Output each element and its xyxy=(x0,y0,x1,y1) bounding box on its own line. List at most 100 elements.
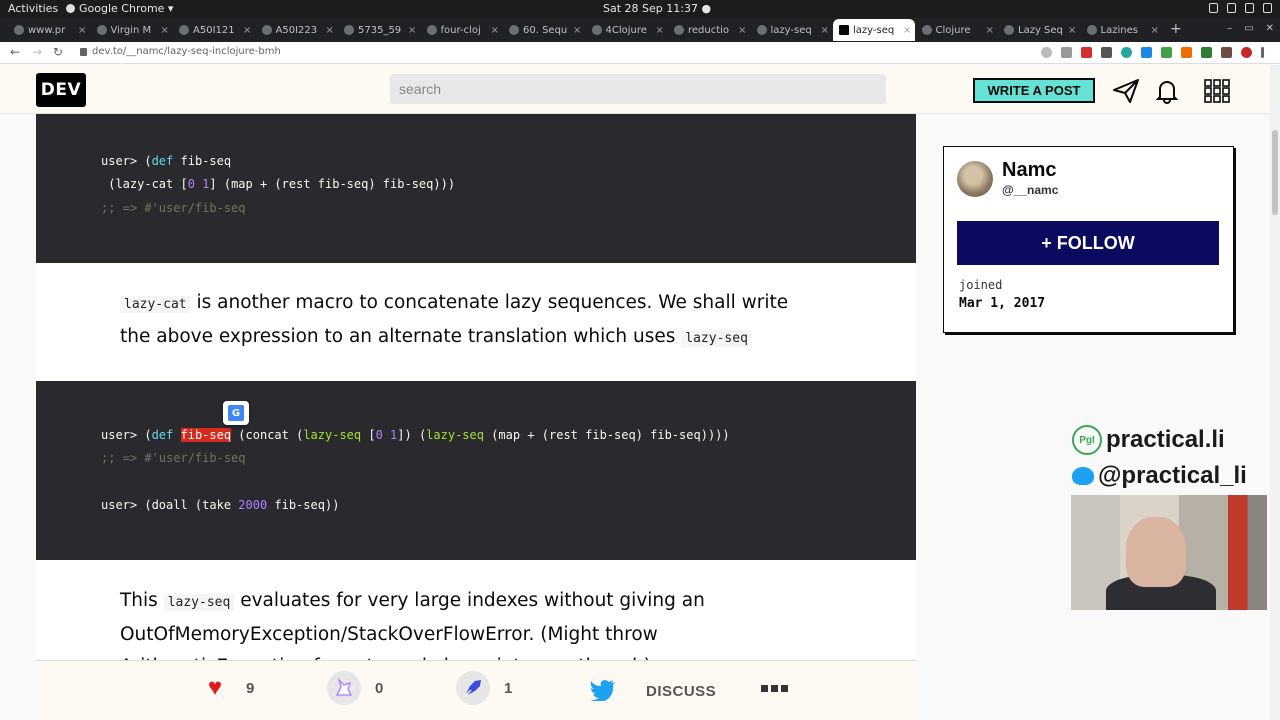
heart-reaction-button[interactable]: ♥ 9 xyxy=(198,671,254,705)
paper-plane-icon[interactable] xyxy=(1112,78,1140,104)
tab-favicon-icon xyxy=(179,25,189,35)
tab-label: lazy-seq xyxy=(853,24,895,36)
twitter-handle-label: @practical_li xyxy=(1098,462,1247,489)
back-icon[interactable]: ← xyxy=(10,45,20,59)
discuss-button[interactable]: DISCUSS xyxy=(646,683,716,700)
joined-label: joined xyxy=(959,278,1003,292)
new-tab-button[interactable]: + xyxy=(1170,21,1182,37)
twitter-share-icon[interactable] xyxy=(590,679,616,701)
scrollbar-thumb[interactable] xyxy=(1272,130,1278,215)
tab-label: 4Clojure xyxy=(605,24,647,36)
maximize-button[interactable]: ▭ xyxy=(1244,23,1253,34)
browser-tab[interactable]: 5735_59 × xyxy=(338,19,420,41)
browser-tab[interactable]: 4Clojure × xyxy=(586,19,668,41)
tab-close-icon[interactable]: × xyxy=(408,25,416,36)
tab-close-icon[interactable]: × xyxy=(573,25,581,36)
tab-close-icon[interactable]: × xyxy=(78,25,86,36)
chrome-menu-icon[interactable] xyxy=(1261,47,1264,58)
tab-close-icon[interactable]: × xyxy=(161,25,169,36)
minimize-button[interactable]: – xyxy=(1227,23,1232,34)
practicalli-site-label: practical.li xyxy=(1106,426,1225,453)
bookmark-reaction-button[interactable]: 1 xyxy=(456,671,512,705)
forward-icon[interactable]: → xyxy=(32,45,42,59)
app-menu[interactable]: Google Chrome ▾ xyxy=(66,2,173,15)
browser-tab[interactable]: 60. Sequ × xyxy=(503,19,585,41)
tab-favicon-icon xyxy=(509,25,519,35)
close-window-button[interactable]: ✕ xyxy=(1266,23,1274,34)
tab-close-icon[interactable]: × xyxy=(1068,25,1076,36)
inline-code: lazy-seq xyxy=(681,330,752,347)
volume-icon xyxy=(1227,3,1236,13)
tab-close-icon[interactable]: × xyxy=(738,25,746,36)
extension-icon[interactable] xyxy=(1181,47,1192,58)
browser-tab[interactable]: Virgin M × xyxy=(91,19,173,41)
author-handle[interactable]: @__namc xyxy=(1002,183,1058,197)
tab-favicon-icon xyxy=(426,25,437,35)
extension-icon[interactable] xyxy=(1121,47,1132,58)
tab-favicon-icon xyxy=(839,25,849,35)
more-options-icon[interactable] xyxy=(761,685,788,692)
tab-close-icon[interactable]: × xyxy=(243,25,251,36)
site-header: DEV WRITE A POST xyxy=(0,65,1280,114)
tab-favicon-icon xyxy=(14,25,24,35)
address-bar[interactable]: dev.to/__namc/lazy-seq-inclojure-bmh xyxy=(80,46,281,57)
os-top-bar: Activities Google Chrome ▾ Sat 28 Sep 11… xyxy=(0,0,1280,18)
unicorn-reaction-button[interactable]: 0 xyxy=(327,671,383,705)
dev-logo[interactable]: DEV xyxy=(36,73,86,107)
search-input[interactable] xyxy=(390,74,886,104)
tab-active[interactable]: lazy-seq × xyxy=(833,19,915,41)
activities-button[interactable]: Activities xyxy=(8,2,58,15)
browser-tab[interactable]: four-cloj × xyxy=(421,19,503,41)
bell-icon[interactable] xyxy=(1153,78,1181,104)
browser-tab[interactable]: A50I121 × xyxy=(173,19,255,41)
clock[interactable]: Sat 28 Sep 11:37 ● xyxy=(603,2,711,15)
code-comment: ;; => #'user/fib-seq xyxy=(101,451,246,465)
author-name[interactable]: Namc xyxy=(1002,159,1056,182)
profile-avatar[interactable] xyxy=(1241,47,1252,58)
unicorn-icon xyxy=(327,671,361,705)
lock-icon xyxy=(80,47,87,56)
zoom-icon[interactable] xyxy=(1041,47,1052,58)
tab-favicon-icon xyxy=(1086,25,1097,35)
browser-toolbar: ← → ↻ dev.to/__namc/lazy-seq-inclojure-b… xyxy=(0,42,1280,64)
extension-icon[interactable] xyxy=(1081,47,1092,58)
write-post-button[interactable]: WRITE A POST xyxy=(973,78,1095,103)
tab-close-icon[interactable]: × xyxy=(903,25,911,36)
browser-tab[interactable]: reductio × xyxy=(668,19,750,41)
url-text: dev.to/__namc/lazy-seq-inclojure-bmh xyxy=(92,46,281,57)
page-scrollbar[interactable] xyxy=(1270,65,1280,720)
browser-tab[interactable]: Lazy Seq × xyxy=(998,19,1080,41)
grid-menu-icon[interactable] xyxy=(1203,78,1231,104)
extension-icon[interactable] xyxy=(1141,47,1152,58)
google-translate-icon[interactable]: G xyxy=(223,401,249,425)
extension-icon[interactable] xyxy=(1101,47,1112,58)
reload-icon[interactable]: ↻ xyxy=(53,45,63,59)
browser-tab[interactable]: Clojure × xyxy=(916,19,998,41)
twitter-handle-watermark: @practical_li xyxy=(1072,462,1247,490)
follow-button[interactable]: + FOLLOW xyxy=(957,221,1219,265)
tab-close-icon[interactable]: × xyxy=(821,25,829,36)
system-tray[interactable] xyxy=(1209,3,1272,13)
extension-icon[interactable] xyxy=(1201,47,1212,58)
tab-label: 60. Sequ xyxy=(523,24,568,36)
browser-tab[interactable]: www.pr × xyxy=(8,19,90,41)
reaction-bar: ♥ 9 0 1 DISCUSS xyxy=(36,660,916,720)
tab-close-icon[interactable]: × xyxy=(326,25,334,36)
tab-close-icon[interactable]: × xyxy=(986,25,994,36)
tab-close-icon[interactable]: × xyxy=(491,25,499,36)
avatar[interactable] xyxy=(957,161,993,197)
tab-favicon-icon xyxy=(344,25,354,35)
browser-tab[interactable]: Lazines × xyxy=(1081,19,1163,41)
window-controls: – ▭ ✕ xyxy=(1227,23,1274,34)
tab-close-icon[interactable]: × xyxy=(656,25,664,36)
tab-close-icon[interactable]: × xyxy=(1151,25,1159,36)
browser-tab[interactable]: lazy-seq × xyxy=(751,19,833,41)
bookmark-icon xyxy=(456,671,490,705)
extension-icon[interactable] xyxy=(1161,47,1172,58)
tab-favicon-icon xyxy=(96,25,107,35)
tab-label: A50I223 xyxy=(275,24,318,36)
browser-tab[interactable]: A50I223 × xyxy=(256,19,338,41)
extension-icon[interactable] xyxy=(1221,47,1232,58)
tab-favicon-icon xyxy=(756,25,767,35)
bookmark-star-icon[interactable] xyxy=(1061,47,1072,58)
